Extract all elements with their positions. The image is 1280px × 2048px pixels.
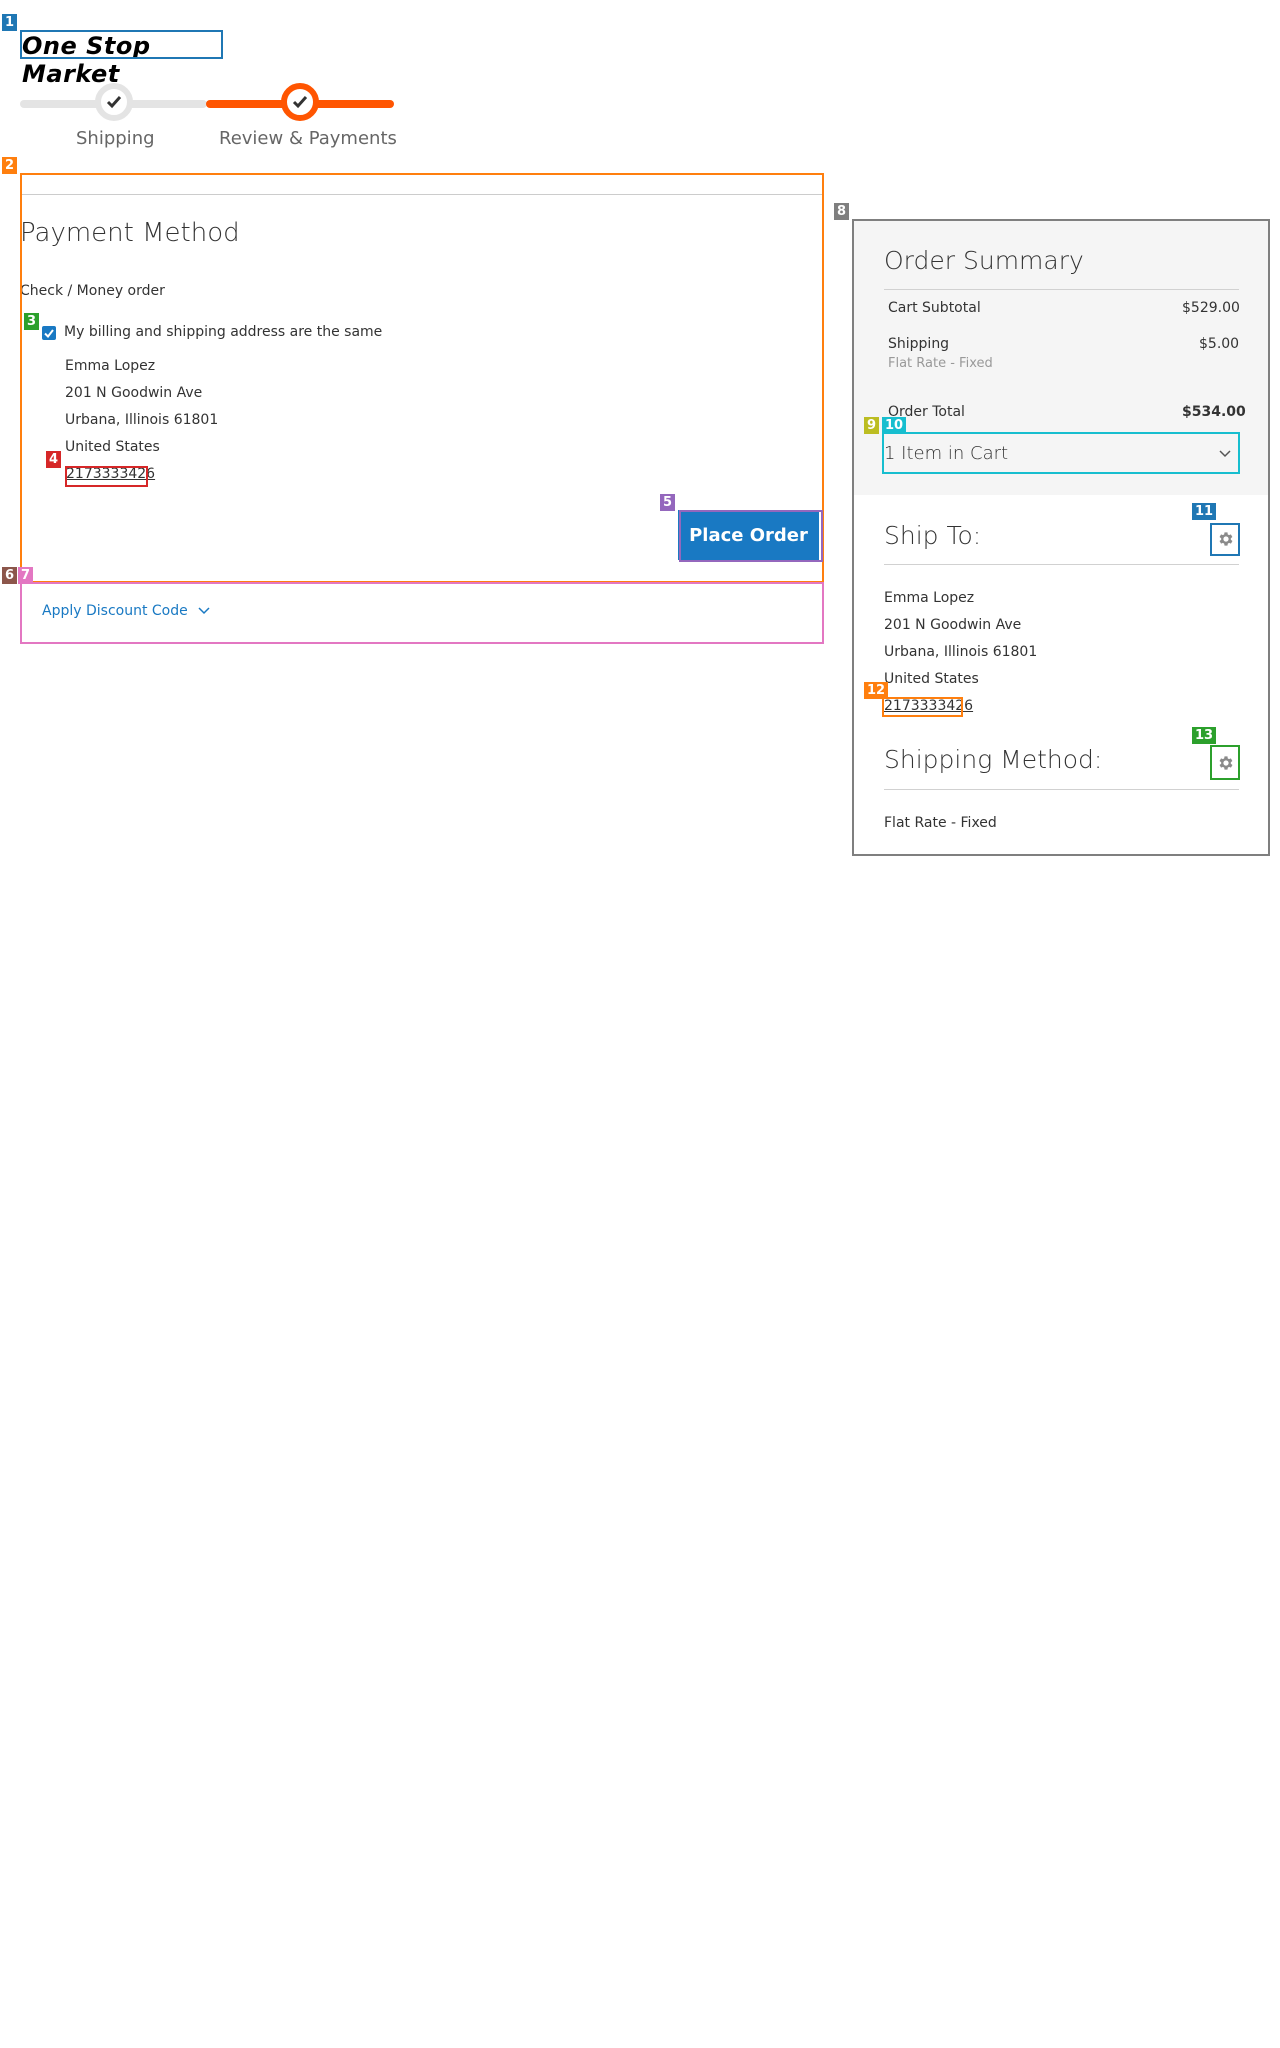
items-in-cart-toggle[interactable]: 1 Item in Cart <box>884 433 1239 473</box>
ship-to-country: United States <box>884 671 979 687</box>
chevron-down-icon <box>1219 449 1231 457</box>
order-summary-title: Order Summary <box>884 246 1084 275</box>
marker-9: 9 <box>864 417 880 434</box>
payment-method-label[interactable]: Check / Money order <box>20 283 165 299</box>
marker-10: 10 <box>882 417 907 434</box>
same-address-label[interactable]: My billing and shipping address are the … <box>64 324 382 340</box>
marker-7: 7 <box>18 567 34 584</box>
cart-subtotal-label: Cart Subtotal <box>888 300 981 316</box>
shipping-method-divider <box>884 789 1239 790</box>
marker-2: 2 <box>2 157 18 174</box>
billing-phone-link[interactable]: 2173333426 <box>66 466 155 482</box>
marker-3: 3 <box>24 313 40 330</box>
ship-to-street: 201 N Goodwin Ave <box>884 617 1022 633</box>
marker-1: 1 <box>2 14 18 31</box>
items-in-cart-label: 1 Item in Cart <box>884 443 1009 464</box>
marker-4: 4 <box>46 451 62 468</box>
ship-to-name: Emma Lopez <box>884 590 975 606</box>
marker-11: 11 <box>1192 503 1217 520</box>
gear-icon <box>1219 532 1233 546</box>
chevron-down-icon <box>198 607 210 615</box>
step-review-circle <box>281 83 319 121</box>
gear-icon <box>1219 756 1233 770</box>
place-order-button[interactable]: Place Order <box>678 510 819 560</box>
cart-subtotal-value: $529.00 <box>1182 300 1240 316</box>
edit-shipping-method-button[interactable] <box>1212 749 1240 777</box>
shipping-value: $5.00 <box>1199 336 1240 352</box>
marker-12: 12 <box>864 682 889 699</box>
billing-street: 201 N Goodwin Ave <box>65 385 203 401</box>
marker-8: 8 <box>834 203 850 220</box>
store-logo[interactable]: One Stop Market <box>22 32 222 88</box>
billing-name: Emma Lopez <box>65 358 156 374</box>
step-shipping-circle[interactable] <box>95 83 133 121</box>
same-address-checkbox[interactable] <box>42 326 56 340</box>
step-label-review: Review & Payments <box>219 128 397 149</box>
logo-text: One Stop Market <box>22 32 151 88</box>
billing-city: Urbana, Illinois 61801 <box>65 412 219 428</box>
check-icon <box>292 96 308 109</box>
check-icon <box>106 96 122 109</box>
shipping-method-value: Flat Rate - Fixed <box>884 815 997 831</box>
ship-to-city: Urbana, Illinois 61801 <box>884 644 1038 660</box>
marker-6: 6 <box>2 567 18 584</box>
ship-to-title: Ship To: <box>884 521 982 550</box>
ship-to-phone-link[interactable]: 2173333426 <box>884 698 973 714</box>
ship-to-divider <box>884 564 1239 565</box>
marker-5: 5 <box>660 494 676 511</box>
order-total-value: $534.00 <box>1182 404 1246 420</box>
step-label-shipping[interactable]: Shipping <box>76 128 155 149</box>
shipping-method-title: Shipping Method: <box>884 745 1103 774</box>
checkmark-icon <box>44 328 54 338</box>
payment-top-divider <box>22 194 822 195</box>
billing-country: United States <box>65 439 160 455</box>
payment-title: Payment Method <box>20 218 240 248</box>
apply-discount-toggle[interactable]: Apply Discount Code <box>42 603 210 619</box>
edit-ship-to-button[interactable] <box>1212 525 1240 553</box>
shipping-method-note: Flat Rate - Fixed <box>888 356 993 371</box>
summary-divider <box>884 289 1239 290</box>
marker-13: 13 <box>1192 727 1217 744</box>
shipping-label: Shipping <box>888 336 950 352</box>
apply-discount-label: Apply Discount Code <box>42 603 188 619</box>
